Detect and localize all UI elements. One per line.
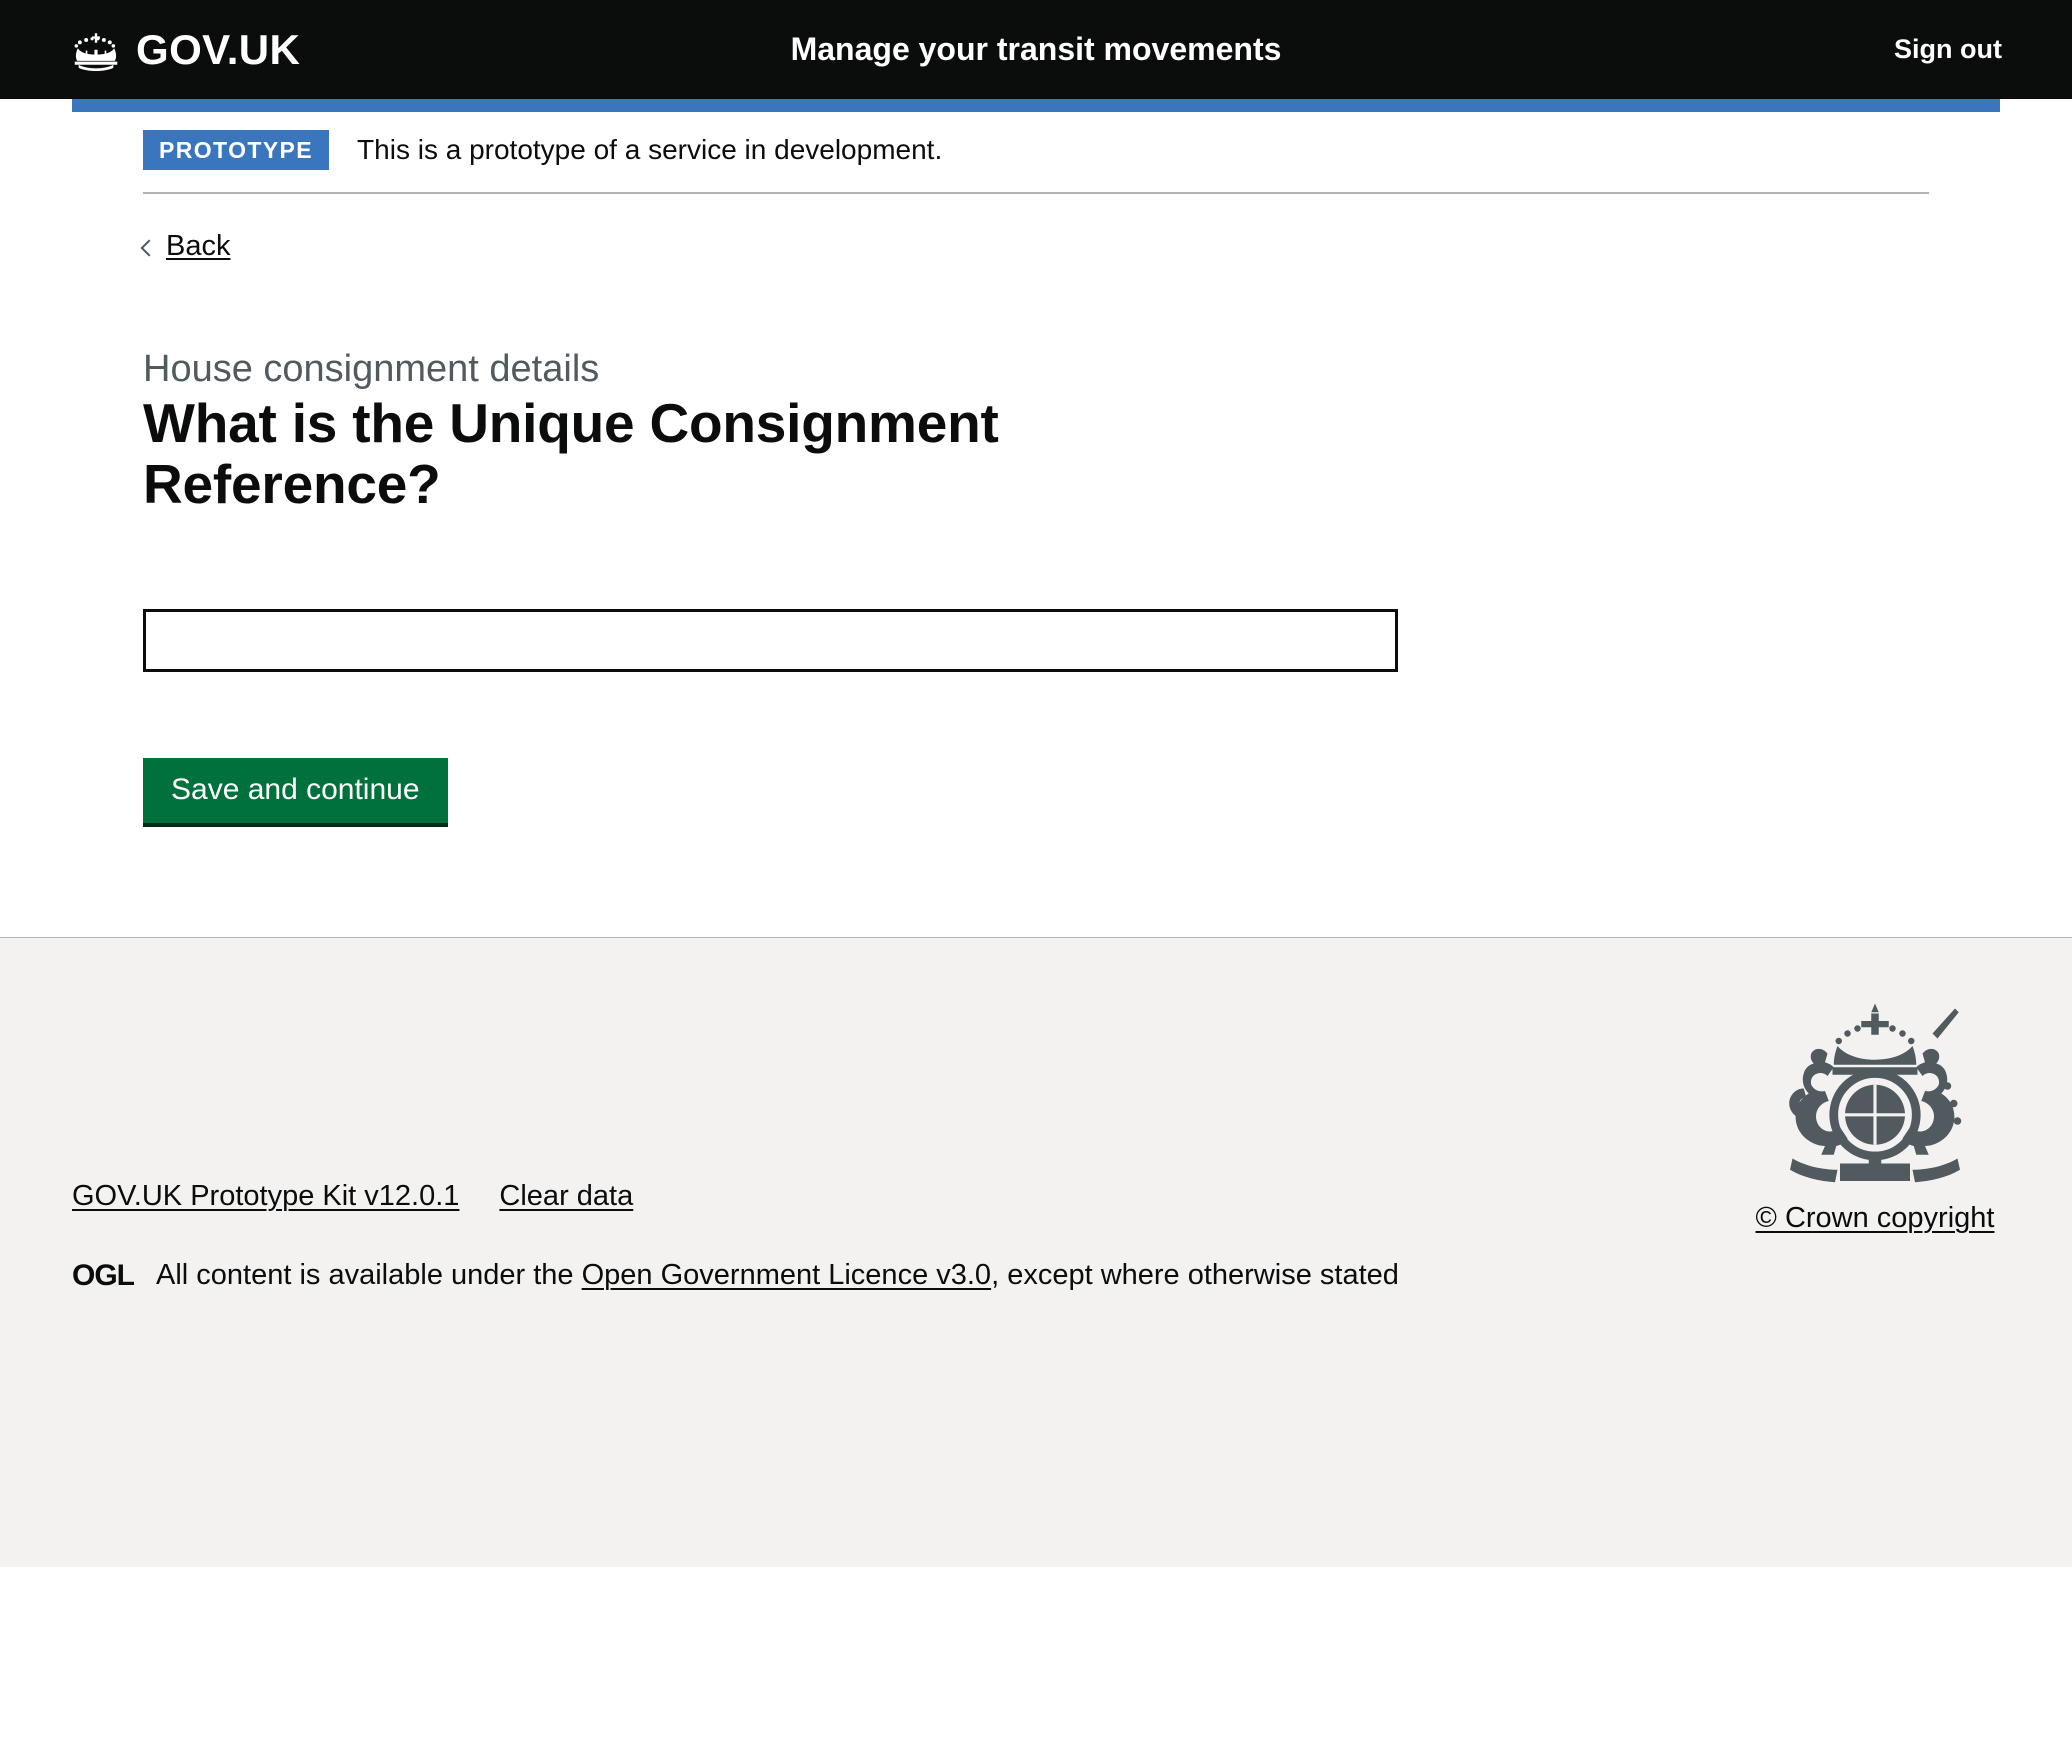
input-wrapper [143,608,1929,672]
accent-bar-wrapper [0,99,2072,112]
footer-links: GOV.UK Prototype Kit v12.0.1 Clear data [72,1180,2000,1213]
back-link[interactable]: Back [140,230,231,263]
licence-prefix: All content is available under the [156,1258,574,1291]
gov-uk-header: GOV.UK Manage your transit movements Sig… [0,0,2072,99]
page-footer: GOV.UK Prototype Kit v12.0.1 Clear data … [0,936,2072,1567]
licence-text: All content is available under the Open … [156,1257,1399,1295]
back-link-label: Back [166,230,231,262]
save-and-continue-button[interactable]: Save and continue [143,757,448,827]
licence-suffix: , except where otherwise stated [991,1258,1399,1291]
button-wrapper: Save and continue [143,757,1929,827]
clear-data-link[interactable]: Clear data [499,1180,633,1213]
back-link-container: Back [71,194,2001,263]
chevron-left-icon [140,239,158,256]
crown-icon [70,29,122,71]
phase-banner-container: PROTOTYPE This is a prototype of a servi… [71,112,2001,194]
royal-arms-icon [1750,996,2000,1196]
unique-consignment-reference-input[interactable] [143,608,1398,672]
main-content: House consignment details What is the Un… [143,263,1929,937]
page-caption: House consignment details [143,348,600,390]
phase-tag: PROTOTYPE [143,130,330,170]
sign-out-link[interactable]: Sign out [1894,34,2002,65]
licence-row: OGL All content is available under the O… [72,1257,2000,1295]
open-government-licence-link[interactable]: Open Government Licence v3.0 [582,1259,991,1291]
main-container: House consignment details What is the Un… [71,263,2001,937]
header-inner: GOV.UK Manage your transit movements Sig… [0,0,2072,99]
phase-banner: PROTOTYPE This is a prototype of a servi… [143,112,1929,194]
crown-copyright-link[interactable]: © Crown copyright [1756,1202,1995,1235]
ogl-logo-icon: OGL [72,1258,135,1292]
govuk-logo-link[interactable]: GOV.UK [70,25,301,73]
crown-copyright-block: © Crown copyright [1750,996,2000,1235]
prototype-kit-version-link[interactable]: GOV.UK Prototype Kit v12.0.1 [72,1180,459,1213]
back-row: Back [140,194,1929,263]
header-accent-bar [72,99,2000,112]
phase-banner-text: This is a prototype of a service in deve… [357,134,943,166]
footer-inner: GOV.UK Prototype Kit v12.0.1 Clear data … [72,938,2000,1295]
service-name: Manage your transit movements [790,31,1282,67]
govuk-logo-text: GOV.UK [136,25,301,73]
page-title: What is the Unique Consignment Reference… [143,391,999,516]
